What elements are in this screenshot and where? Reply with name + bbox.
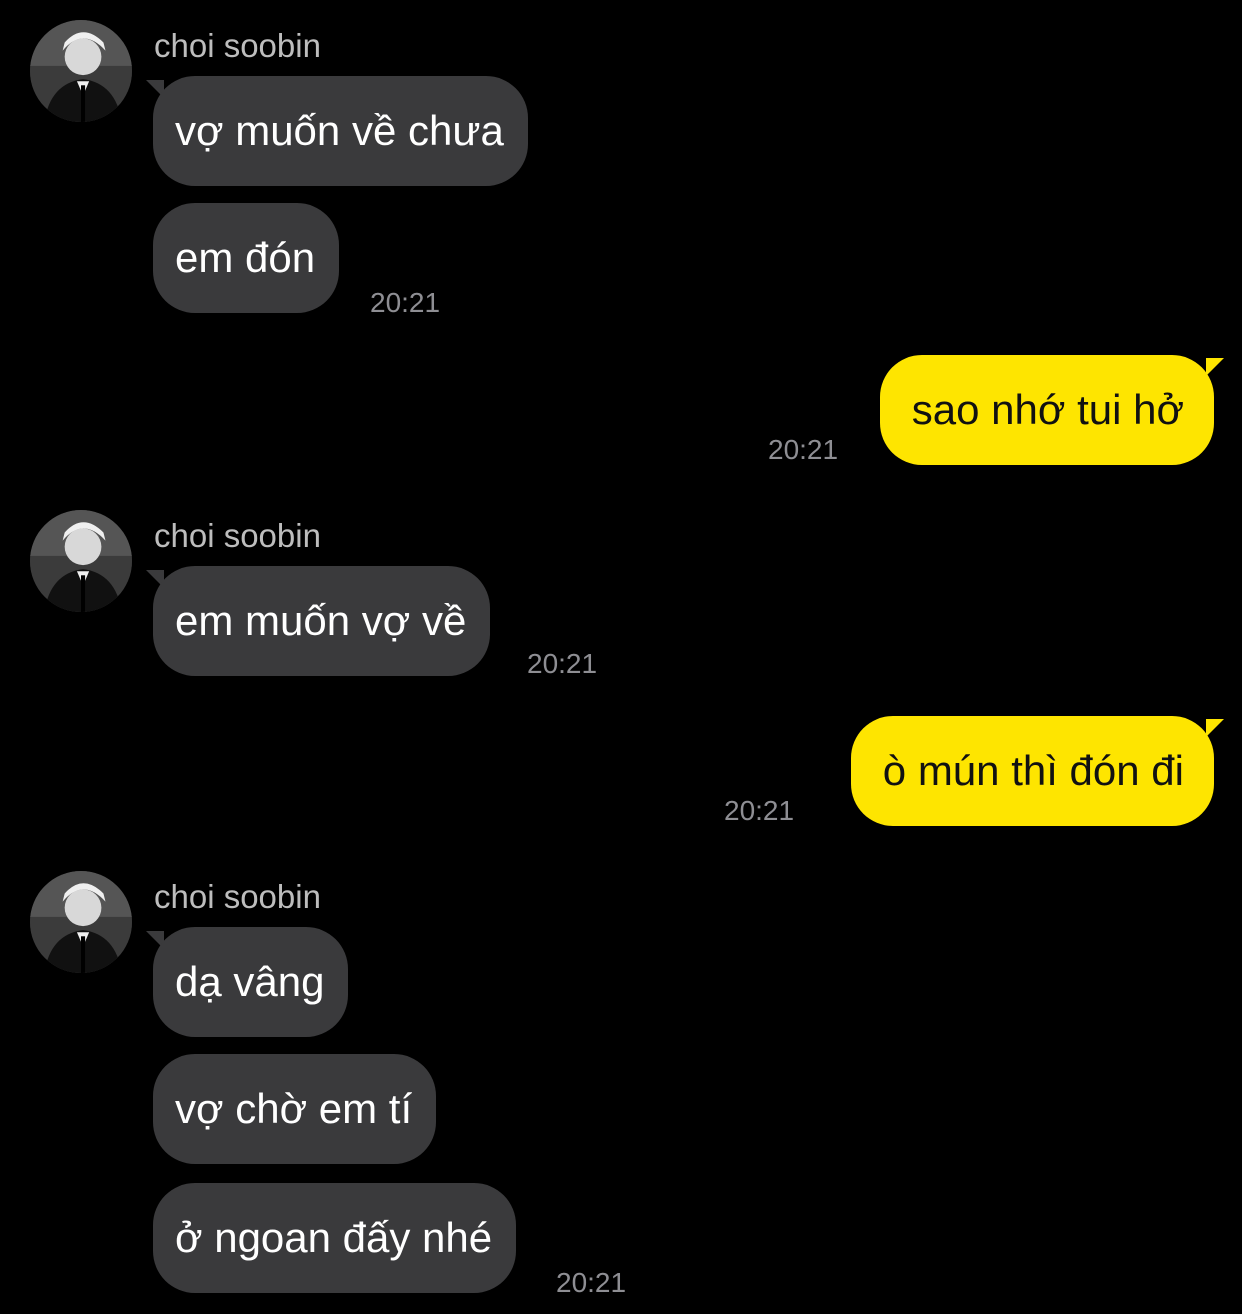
bubble-tail: [1206, 358, 1224, 376]
message-timestamp: 20:21: [556, 1267, 627, 1298]
message-bubble-incoming[interactable]: ở ngoan đấy nhé: [153, 1183, 517, 1293]
profile-photo-icon: [30, 510, 132, 612]
message-timestamp: 20:21: [724, 795, 795, 826]
message-bubble-incoming[interactable]: vợ chờ em tí: [153, 1054, 437, 1164]
avatar[interactable]: [30, 871, 132, 973]
message-bubble-outgoing[interactable]: sao nhớ tui hở: [879, 355, 1214, 465]
message-bubble-incoming[interactable]: vợ muốn về chưa: [153, 76, 528, 186]
sender-name: choi soobin: [154, 517, 321, 554]
bubble-tail: [1206, 719, 1224, 737]
message-bubble-incoming[interactable]: em đón: [153, 203, 340, 313]
message-timestamp: 20:21: [370, 287, 441, 318]
message-bubble-incoming[interactable]: dạ vâng: [153, 927, 349, 1037]
sender-name: choi soobin: [154, 878, 321, 915]
avatar[interactable]: [30, 510, 132, 612]
message-timestamp: 20:21: [768, 434, 839, 465]
message-bubble-outgoing[interactable]: ò mún thì đón đi: [850, 716, 1214, 826]
avatar[interactable]: [30, 20, 132, 122]
message-bubble-incoming[interactable]: em muốn vợ về: [153, 566, 491, 676]
profile-photo-icon: [30, 871, 132, 973]
profile-photo-icon: [30, 20, 132, 122]
message-timestamp: 20:21: [527, 648, 598, 679]
sender-name: choi soobin: [154, 27, 321, 64]
